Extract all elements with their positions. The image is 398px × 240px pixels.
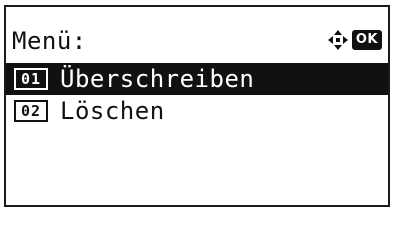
ok-key-icon: OK — [351, 30, 382, 50]
navigation-hint: OK — [327, 27, 382, 53]
menu-list: 01 Überschreiben 02 Löschen — [6, 63, 388, 127]
menu-item-delete[interactable]: 02 Löschen — [6, 95, 388, 127]
menu-item-overwrite[interactable]: 01 Überschreiben — [6, 63, 388, 95]
menu-item-label: Überschreiben — [60, 65, 255, 93]
item-number-badge: 02 — [14, 100, 48, 122]
item-number-badge: 01 — [12, 66, 50, 92]
menu-item-label: Löschen — [60, 97, 165, 125]
four-way-arrow-icon — [327, 30, 348, 50]
menu-title: Menü: — [12, 27, 87, 55]
lcd-panel: Menü: OK 01 Überschreiben 02 Löschen — [4, 5, 390, 207]
